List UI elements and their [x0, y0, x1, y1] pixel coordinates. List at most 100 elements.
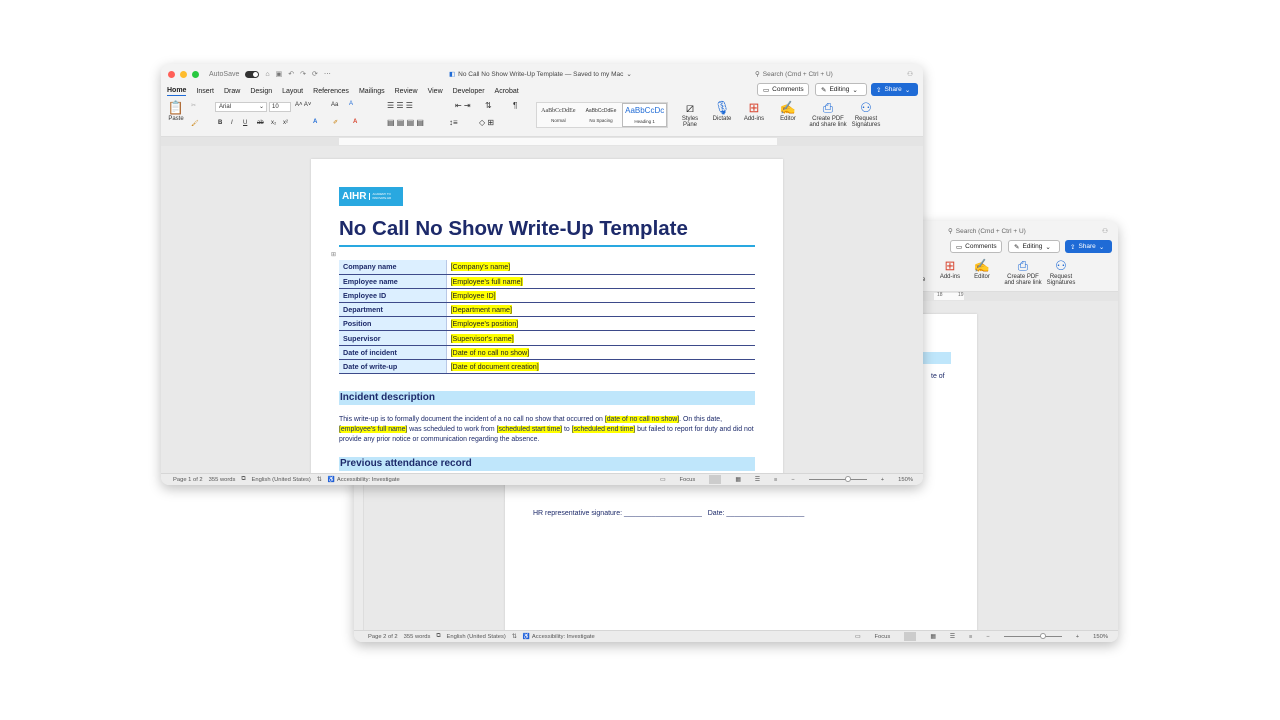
shading-icon[interactable]: ◇ ⊞	[479, 118, 494, 127]
tab-references[interactable]: References	[313, 87, 349, 96]
table-cell-value[interactable]: [Employee ID]	[446, 288, 755, 304]
document-canvas[interactable]: AIHR ACADEMY TO INNOVATE HR No Call No S…	[161, 146, 923, 473]
tab-review[interactable]: Review	[395, 87, 418, 96]
tab-insert[interactable]: Insert	[196, 87, 214, 96]
table-cell-value[interactable]: [Employee's position]	[446, 316, 755, 332]
underline-icon[interactable]: U	[243, 120, 247, 126]
maximize-icon[interactable]	[192, 70, 199, 78]
more-icon[interactable]: ⋯	[324, 70, 331, 78]
show-formatting-icon[interactable]: ¶	[513, 101, 517, 110]
proofing-icon[interactable]: ⧉	[241, 476, 245, 483]
search-box[interactable]: ⚲ Search (Cmd + Ctrl + U)	[755, 70, 833, 79]
outline-icon[interactable]: ☰	[755, 477, 760, 483]
zoom-out-icon[interactable]: −	[791, 477, 794, 483]
sort-icon[interactable]: ⇅	[485, 101, 492, 110]
zoom-in-icon[interactable]: +	[1076, 634, 1079, 640]
clear-format-icon[interactable]: A	[349, 101, 353, 107]
share-button[interactable]: ⇪ Share ⌄	[1065, 240, 1112, 253]
people-icon[interactable]: ⚇	[1102, 227, 1108, 235]
web-layout-icon[interactable]: ▦	[930, 634, 935, 640]
zoom-level[interactable]: 150%	[898, 477, 913, 483]
tab-mailings[interactable]: Mailings	[359, 87, 385, 96]
language[interactable]: English (United States)	[447, 634, 506, 640]
page-count[interactable]: Page 2 of 2	[368, 634, 398, 640]
text-effects-icon[interactable]: A	[313, 119, 317, 125]
align-icons[interactable]: ▤ ▤ ▤ ▤	[387, 118, 424, 127]
tab-home[interactable]: Home	[167, 86, 187, 96]
document-title[interactable]: ◧ No Call No Show Write-Up Template — Sa…	[449, 70, 632, 79]
styles-pane-button[interactable]: ⧄ Styles Pane	[678, 101, 702, 128]
proofing-icon[interactable]: ⧉	[436, 633, 440, 640]
minimize-icon[interactable]	[180, 70, 187, 78]
paste-button[interactable]: 📋 Paste	[166, 101, 186, 122]
table-cell-value[interactable]: [Date of no call no show]	[446, 345, 755, 360]
table-cell-value[interactable]: [Department name]	[446, 302, 755, 318]
cut-icon[interactable]: ✂	[191, 102, 196, 109]
line-spacing-icon[interactable]: ↕≡	[449, 118, 458, 127]
request-signatures-button[interactable]: ⚇ Request Signatures	[849, 101, 883, 128]
track-changes-icon[interactable]: ⇅	[512, 634, 517, 640]
font-color-icon[interactable]: A	[353, 119, 357, 125]
grow-font-icon[interactable]: A˄ A˅	[295, 102, 311, 108]
superscript-icon[interactable]: x²	[283, 120, 288, 126]
accessibility-status[interactable]: Accessibility: Investigate	[532, 634, 595, 640]
redo-icon[interactable]: ↷	[300, 70, 306, 78]
table-cell-value[interactable]: [Company's name]	[446, 260, 755, 275]
track-changes-icon[interactable]: ⇅	[317, 477, 322, 483]
table-cell-value[interactable]: [Employee's full name]	[446, 274, 755, 289]
indent-icon[interactable]: ⇤ ⇥	[455, 101, 471, 110]
incident-paragraph[interactable]: This write-up is to formally document th…	[339, 415, 757, 445]
strikethrough-icon[interactable]: ab	[257, 120, 264, 126]
tab-view[interactable]: View	[428, 87, 443, 96]
print-layout-icon[interactable]	[709, 475, 722, 484]
font-name-select[interactable]: Arial ⌄	[215, 102, 267, 112]
addins-button[interactable]: ⊞ Add-ins	[740, 101, 768, 122]
share-button[interactable]: ⇪ Share ⌄	[871, 83, 918, 96]
request-signatures-button[interactable]: ⚇ Request Signatures	[1044, 259, 1078, 286]
zoom-out-icon[interactable]: −	[986, 634, 989, 640]
print-layout-icon[interactable]	[904, 632, 917, 641]
format-painter-icon[interactable]: 🖌	[191, 120, 199, 127]
autosave-toggle[interactable]	[245, 70, 260, 78]
highlight-icon[interactable]: ✐	[333, 119, 338, 126]
table-cell-value[interactable]: [Date of document creation]	[446, 359, 755, 375]
word-count[interactable]: 355 words	[209, 477, 236, 483]
sync-icon[interactable]: ⟳	[312, 70, 318, 78]
comments-button[interactable]: ▭ Comments	[757, 83, 809, 96]
editor-button[interactable]: ✍ Editor	[774, 101, 802, 122]
outline-icon[interactable]: ☰	[950, 634, 955, 640]
undo-icon[interactable]: ↶	[288, 70, 294, 78]
zoom-level[interactable]: 150%	[1093, 634, 1108, 640]
style-heading-1[interactable]: AaBbCcDc Heading 1	[622, 103, 668, 127]
accessibility-status[interactable]: Accessibility: Investigate	[337, 477, 400, 483]
tab-draw[interactable]: Draw	[224, 87, 240, 96]
zoom-slider[interactable]	[808, 476, 867, 482]
zoom-slider[interactable]	[1003, 633, 1062, 639]
style-normal[interactable]: AaBbCcDdEe Normal	[537, 103, 580, 127]
page-count[interactable]: Page 1 of 2	[173, 477, 203, 483]
create-pdf-button[interactable]: ⎙ Create PDF and share link	[1004, 259, 1042, 286]
addins-button[interactable]: ⊞ Add-ins	[936, 259, 964, 280]
tab-design[interactable]: Design	[250, 87, 272, 96]
table-move-handle-icon[interactable]: ⊞	[331, 251, 336, 258]
home-icon[interactable]: ⌂	[265, 71, 269, 78]
word-count[interactable]: 355 words	[404, 634, 431, 640]
table-cell-value[interactable]: [Supervisor's name]	[446, 330, 755, 346]
language[interactable]: English (United States)	[252, 477, 311, 483]
draft-icon[interactable]: ≡	[774, 477, 777, 483]
italic-icon[interactable]: I	[231, 120, 233, 126]
horizontal-ruler[interactable]	[161, 136, 923, 146]
web-layout-icon[interactable]: ▦	[735, 477, 740, 483]
tab-layout[interactable]: Layout	[282, 87, 303, 96]
change-case-icon[interactable]: Aa	[331, 102, 338, 108]
search-box[interactable]: ⚲ Search (Cmd + Ctrl + U)	[948, 227, 1026, 236]
close-icon[interactable]	[168, 70, 175, 78]
font-size-select[interactable]: 10	[269, 102, 291, 112]
save-icon[interactable]: ▣	[276, 70, 283, 78]
draft-icon[interactable]: ≡	[969, 634, 972, 640]
subscript-icon[interactable]: x₂	[271, 120, 276, 126]
dictate-button[interactable]: 🎙 Dictate	[709, 101, 735, 122]
editing-button[interactable]: ✎ Editing ⌄	[815, 83, 867, 96]
create-pdf-button[interactable]: ⎙ Create PDF and share link	[808, 101, 848, 128]
style-no-spacing[interactable]: AaBbCcDdEe No Spacing	[580, 103, 623, 127]
